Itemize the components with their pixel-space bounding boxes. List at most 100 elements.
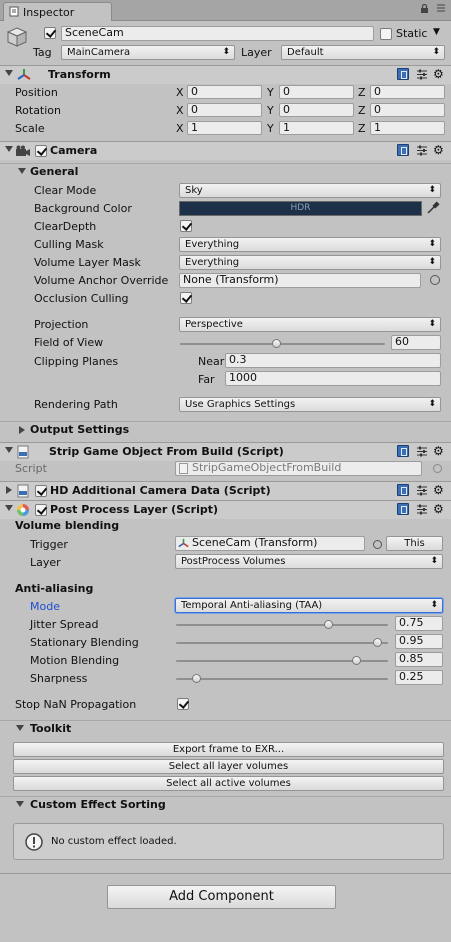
hdcam-header[interactable]: HD Additional Camera Data (Script) ⚙	[0, 481, 451, 500]
far-field[interactable]: 1000	[225, 371, 441, 386]
tab-bar: Inspector	[0, 0, 451, 21]
motion-blending-slider-thumb[interactable]	[352, 656, 361, 665]
help-book-icon[interactable]	[397, 503, 409, 515]
object-picker-icon[interactable]	[373, 540, 382, 549]
eyedropper-icon[interactable]	[426, 201, 440, 215]
add-component-button[interactable]: Add Component	[107, 885, 336, 909]
ppl-enabled-checkbox[interactable]	[35, 504, 47, 516]
foldout-arrow-icon[interactable]	[5, 70, 13, 76]
inspector-icon	[9, 6, 19, 17]
position-z-field[interactable]: 0	[370, 85, 445, 99]
preset-icon[interactable]	[416, 69, 428, 80]
dropdown-arrow-icon: ⬍	[428, 185, 436, 195]
volume-anchor-field[interactable]: None (Transform)	[179, 273, 421, 288]
scale-y-field[interactable]: 1	[279, 121, 354, 135]
aa-mode-dropdown[interactable]: Temporal Anti-aliasing (TAA) ⬍	[175, 598, 443, 613]
hdcam-enabled-checkbox[interactable]	[35, 485, 47, 497]
rotation-z-field[interactable]: 0	[370, 103, 445, 117]
static-dropdown-icon[interactable]: ▼	[433, 27, 440, 37]
camera-header[interactable]: Camera ⚙	[0, 141, 451, 160]
foldout-arrow-icon[interactable]	[16, 801, 24, 807]
stationary-blending-slider-track[interactable]	[176, 642, 388, 644]
tab-inspector[interactable]: Inspector	[3, 2, 112, 21]
sharpness-field[interactable]: 0.25	[395, 670, 443, 685]
toolkit-title: Toolkit	[30, 722, 72, 735]
help-book-icon[interactable]	[397, 484, 409, 496]
near-field[interactable]: 0.3	[225, 353, 441, 368]
export-exr-button[interactable]: Export frame to EXR...	[13, 742, 444, 757]
foldout-arrow-icon[interactable]	[16, 725, 24, 731]
object-picker-icon[interactable]	[430, 275, 440, 285]
jitter-spread-field[interactable]: 0.75	[395, 616, 443, 631]
position-y-field[interactable]: 0	[279, 85, 354, 99]
clear-mode-dropdown[interactable]: Sky ⬍	[179, 183, 441, 198]
rotation-x-field[interactable]: 0	[187, 103, 262, 117]
tab-menu-icon[interactable]	[436, 3, 446, 13]
strip-component-header[interactable]: Strip Game Object From Build (Script) ⚙	[0, 442, 451, 461]
preset-icon[interactable]	[416, 145, 428, 156]
scale-z-field[interactable]: 1	[370, 121, 445, 135]
gameobject-active-checkbox[interactable]	[44, 27, 56, 39]
gear-icon[interactable]: ⚙	[433, 484, 444, 496]
gear-icon[interactable]: ⚙	[433, 503, 444, 515]
culling-mask-dropdown[interactable]: Everything ⬍	[179, 237, 441, 252]
foldout-arrow-icon[interactable]	[5, 447, 13, 453]
ppl-layer-dropdown[interactable]: PostProcess Volumes ⬍	[175, 554, 443, 569]
stop-nan-checkbox[interactable]	[177, 698, 189, 710]
camera-enabled-checkbox[interactable]	[35, 145, 47, 157]
transform-header[interactable]: Transform ⚙	[0, 65, 451, 84]
ppl-header[interactable]: Post Process Layer (Script) ⚙	[0, 500, 451, 519]
projection-dropdown[interactable]: Perspective ⬍	[179, 317, 441, 332]
stationary-blending-slider-thumb[interactable]	[373, 638, 382, 647]
trigger-field[interactable]: SceneCam (Transform)	[175, 536, 365, 551]
preset-icon[interactable]	[416, 485, 428, 496]
motion-blending-field[interactable]: 0.85	[395, 652, 443, 667]
jitter-spread-slider-thumb[interactable]	[324, 620, 333, 629]
clear-depth-checkbox[interactable]	[180, 220, 192, 232]
gear-icon[interactable]: ⚙	[433, 445, 444, 457]
select-layer-volumes-button[interactable]: Select all layer volumes	[13, 759, 444, 774]
sharpness-slider-thumb[interactable]	[192, 674, 201, 683]
help-book-icon[interactable]	[397, 445, 409, 457]
this-button[interactable]: This	[386, 536, 443, 551]
help-book-icon[interactable]	[397, 68, 409, 80]
ppl-layer-label: Layer	[30, 556, 61, 569]
stationary-blending-field[interactable]: 0.95	[395, 634, 443, 649]
foldout-arrow-icon[interactable]	[18, 168, 26, 174]
select-active-volumes-button[interactable]: Select all active volumes	[13, 776, 444, 791]
position-x-field[interactable]: 0	[187, 85, 262, 99]
occlusion-culling-checkbox[interactable]	[180, 292, 192, 304]
foldout-arrow-icon[interactable]	[19, 426, 25, 434]
gameobject-name-field[interactable]: SceneCam	[61, 26, 374, 41]
near-label: Near	[198, 355, 225, 368]
help-book-icon[interactable]	[397, 144, 409, 156]
gear-icon[interactable]: ⚙	[433, 68, 444, 80]
background-color-swatch[interactable]: HDR	[179, 201, 422, 216]
tag-label: Tag	[33, 46, 52, 59]
field-of-view-field[interactable]: 60	[391, 335, 441, 350]
foldout-arrow-icon[interactable]	[5, 146, 13, 152]
jitter-spread-slider-track[interactable]	[176, 624, 388, 626]
tag-dropdown[interactable]: MainCamera ⬍	[61, 45, 235, 60]
rendering-path-dropdown[interactable]: Use Graphics Settings ⬍	[179, 397, 441, 412]
field-of-view-slider-track[interactable]	[180, 343, 385, 345]
component-header-icons: ⚙	[397, 503, 447, 517]
general-section-header[interactable]: General	[0, 163, 451, 180]
background-color-label: Background Color	[34, 202, 132, 215]
sharpness-slider-track[interactable]	[176, 678, 388, 680]
preset-icon[interactable]	[416, 446, 428, 457]
foldout-arrow-icon[interactable]	[5, 505, 13, 511]
field-of-view-slider-thumb[interactable]	[272, 339, 281, 348]
scale-x-field[interactable]: 1	[187, 121, 262, 135]
lock-icon[interactable]	[420, 3, 429, 13]
layer-dropdown[interactable]: Default ⬍	[281, 45, 445, 60]
preset-icon[interactable]	[416, 504, 428, 515]
static-checkbox[interactable]	[380, 28, 392, 40]
foldout-arrow-icon[interactable]	[6, 486, 12, 494]
toolkit-header[interactable]: Toolkit	[0, 720, 451, 737]
output-settings-header[interactable]: Output Settings	[0, 421, 451, 438]
volume-layer-mask-dropdown[interactable]: Everything ⬍	[179, 255, 441, 270]
rotation-y-field[interactable]: 0	[279, 103, 354, 117]
gear-icon[interactable]: ⚙	[433, 144, 444, 156]
custom-sorting-header[interactable]: Custom Effect Sorting	[0, 796, 451, 813]
